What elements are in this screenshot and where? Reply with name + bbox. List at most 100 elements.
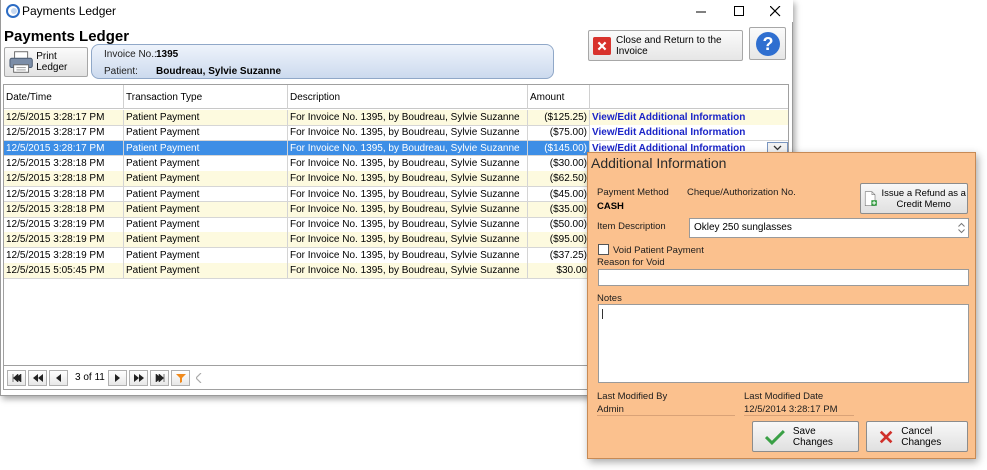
maximize-button[interactable]: [721, 0, 757, 22]
cell-amount: ($145.00): [528, 140, 590, 156]
cell-amount: ($62.50): [528, 171, 590, 187]
close-x-icon: [593, 36, 611, 55]
popup-title: Additional Information: [591, 155, 727, 171]
maximize-icon: [733, 5, 744, 16]
column-header-amount[interactable]: Amount: [528, 85, 590, 109]
previous-group-button[interactable]: [28, 370, 47, 386]
reason-for-void-label: Reason for Void: [597, 257, 665, 268]
divider: [744, 415, 854, 416]
checkmark-icon: [765, 429, 785, 445]
cell-type: Patient Payment: [124, 263, 288, 278]
cell-date: 12/5/2015 3:28:19 PM: [4, 247, 124, 263]
divider: [597, 415, 735, 416]
cell-desc: For Invoice No. 1395, by Boudreau, Sylvi…: [288, 247, 528, 263]
item-description-field[interactable]: Okley 250 sunglasses: [689, 218, 969, 238]
close-return-button[interactable]: Close and Return to the Invoice: [588, 30, 743, 61]
void-payment-checkbox[interactable]: [598, 244, 609, 255]
minimize-icon: [695, 11, 706, 12]
title-bar: Payments Ledger: [1, 0, 793, 22]
cancel-x-icon: [879, 430, 893, 443]
issue-refund-label: Issue a Refund as a Credit Memo: [881, 187, 966, 210]
column-header-datetime[interactable]: Date/Time: [4, 85, 124, 109]
cell-date: 12/5/2015 3:28:18 PM: [4, 171, 124, 187]
reason-for-void-input[interactable]: [598, 269, 969, 286]
page-title: Payments Ledger: [4, 28, 130, 45]
close-window-button[interactable]: [757, 0, 793, 22]
last-modified-by-value: Admin: [597, 404, 624, 415]
view-edit-info-link[interactable]: View/Edit Additional Information: [590, 125, 788, 141]
column-header-type[interactable]: Transaction Type: [124, 85, 288, 109]
next-group-button[interactable]: [129, 370, 148, 386]
minimize-button[interactable]: [683, 0, 719, 22]
cell-type: Patient Payment: [124, 217, 288, 233]
cell-type: Patient Payment: [124, 125, 288, 141]
cell-desc: For Invoice No. 1395, by Boudreau, Sylvi…: [288, 110, 528, 125]
print-ledger-button[interactable]: Print Ledger: [4, 47, 88, 77]
column-header-description[interactable]: Description: [288, 85, 528, 109]
cell-date: 12/5/2015 3:28:19 PM: [4, 232, 124, 248]
credit-memo-icon: [864, 190, 877, 206]
last-page-icon: [155, 374, 164, 382]
cell-desc: For Invoice No. 1395, by Boudreau, Sylvi…: [288, 155, 528, 171]
fast-forward-icon: [133, 374, 144, 382]
cell-date: 12/5/2015 5:05:45 PM: [4, 263, 124, 278]
cell-type: Patient Payment: [124, 155, 288, 171]
previous-icon: [55, 374, 61, 382]
text-cursor: [602, 309, 603, 319]
spin-arrows-icon[interactable]: [958, 222, 965, 234]
app-logo-icon: [6, 4, 20, 18]
cell-type: Patient Payment: [124, 140, 288, 156]
chevron-down-icon: [773, 145, 782, 151]
cell-desc: For Invoice No. 1395, by Boudreau, Sylvi…: [288, 186, 528, 202]
scroll-left-icon[interactable]: [196, 373, 202, 383]
cell-date: 12/5/2015 3:28:17 PM: [4, 125, 124, 141]
table-row[interactable]: 12/5/2015 3:28:17 PM Patient Payment For I…: [4, 110, 788, 126]
first-page-icon: [12, 374, 21, 382]
cancel-changes-label: Cancel Changes: [901, 425, 942, 448]
cheque-auth-label: Cheque/Authorization No.: [687, 187, 796, 198]
cell-desc: For Invoice No. 1395, by Boudreau, Sylvi…: [288, 217, 528, 233]
patient-label: Patient:: [104, 66, 138, 77]
cell-amount: ($45.00): [528, 186, 590, 202]
cell-amount: ($50.00): [528, 217, 590, 233]
next-button[interactable]: [108, 370, 127, 386]
svg-text:?: ?: [762, 34, 773, 54]
first-page-button[interactable]: [7, 370, 26, 386]
last-page-button[interactable]: [150, 370, 169, 386]
window-title: Payments Ledger: [22, 4, 117, 18]
notes-textarea[interactable]: [598, 304, 969, 383]
cell-amount: ($35.00): [528, 201, 590, 217]
cell-desc: For Invoice No. 1395, by Boudreau, Sylvi…: [288, 201, 528, 217]
cell-desc: For Invoice No. 1395, by Boudreau, Sylvi…: [288, 140, 528, 156]
patient-name: Boudreau, Sylvie Suzanne: [156, 66, 282, 77]
invoice-number: 1395: [156, 49, 179, 60]
grid-header: Date/Time Transaction Type Description A…: [4, 85, 788, 109]
previous-button[interactable]: [49, 370, 68, 386]
cell-date: 12/5/2015 3:28:18 PM: [4, 155, 124, 171]
cell-type: Patient Payment: [124, 232, 288, 248]
cancel-changes-button[interactable]: Cancel Changes: [866, 421, 968, 452]
item-description-label: Item Description: [597, 221, 666, 232]
cell-amount: ($30.00): [528, 155, 590, 171]
issue-refund-button[interactable]: Issue a Refund as a Credit Memo: [860, 183, 968, 214]
print-ledger-label: Print Ledger: [36, 51, 68, 73]
save-changes-button[interactable]: Save Changes: [752, 421, 859, 452]
filter-icon: [175, 374, 186, 383]
table-row[interactable]: 12/5/2015 3:28:17 PM Patient Payment For I…: [4, 125, 788, 141]
payment-method-value: CASH: [597, 201, 624, 212]
help-button[interactable]: ?: [749, 27, 786, 60]
notes-label: Notes: [597, 293, 622, 304]
cell-amount: ($125.25): [528, 110, 590, 125]
cell-desc: For Invoice No. 1395, by Boudreau, Sylvi…: [288, 171, 528, 187]
void-payment-label: Void Patient Payment: [613, 245, 704, 256]
item-description-value: Okley 250 sunglasses: [694, 222, 792, 233]
close-icon: [769, 5, 780, 16]
cell-type: Patient Payment: [124, 186, 288, 202]
cell-date: 12/5/2015 3:28:18 PM: [4, 201, 124, 217]
cell-amount: ($75.00): [528, 125, 590, 141]
additional-information-panel: Additional Information Payment Method CA…: [587, 152, 976, 459]
filter-button[interactable]: [171, 370, 190, 386]
view-edit-info-link[interactable]: View/Edit Additional Information: [590, 110, 788, 125]
cell-date: 12/5/2015 3:28:19 PM: [4, 217, 124, 233]
cell-type: Patient Payment: [124, 171, 288, 187]
